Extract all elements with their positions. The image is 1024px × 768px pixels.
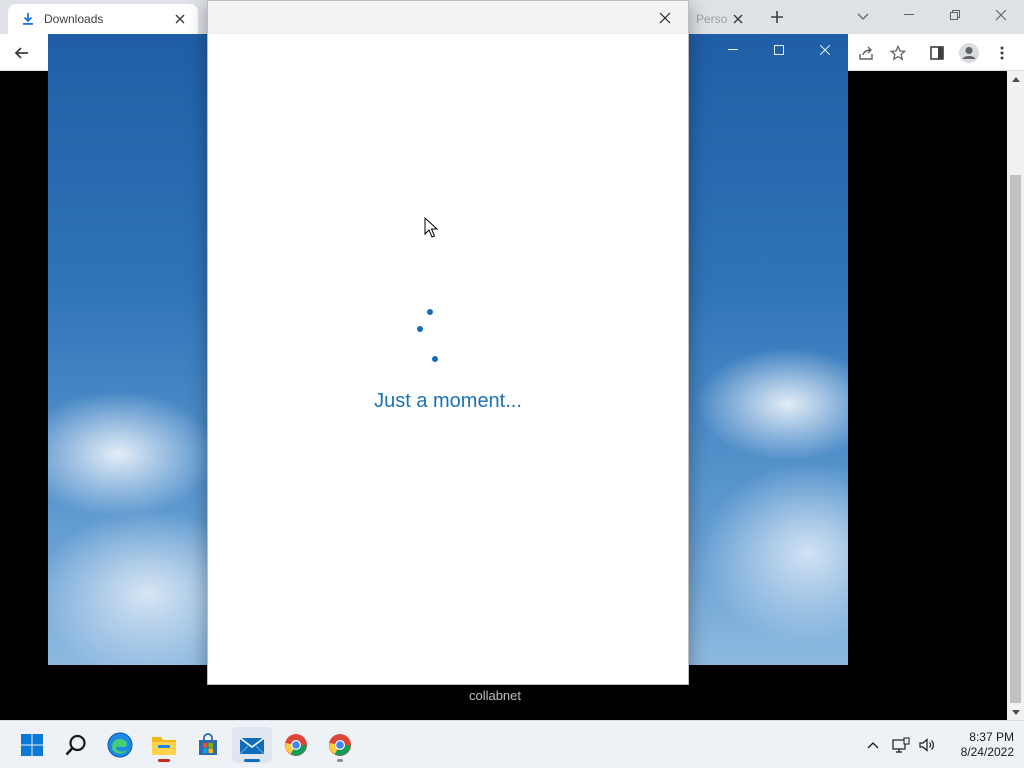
start-button[interactable] [12,727,52,763]
menu-button[interactable] [988,39,1016,67]
tab-search-button[interactable] [852,6,874,28]
spinner-dot [427,309,433,315]
network-icon [892,737,910,753]
taskbar-mail[interactable] [232,727,272,763]
side-panel-icon [930,46,944,60]
mail-icon [239,737,265,755]
taskbar-file-explorer[interactable] [144,727,184,763]
close-tab-icon[interactable] [730,11,746,27]
minimize-button[interactable] [886,0,932,30]
share-icon [859,46,873,60]
close-window-button[interactable] [978,0,1024,30]
folder-icon [152,737,176,755]
clock-date: 8/24/2022 [960,745,1014,759]
page-caption: collabnet [468,688,522,703]
scroll-thumb[interactable] [1010,175,1021,703]
windows-taskbar: 8:37 PM 8/24/2022 [0,720,1024,768]
tab-title-partial: Perso [696,12,728,26]
dialog-titlebar [208,1,688,34]
store-icon [199,733,217,755]
plus-icon [771,11,783,23]
mouse-cursor-icon [424,217,438,238]
taskbar-chrome[interactable] [276,727,316,763]
app-indicator [244,759,260,762]
spinner-dot [432,356,438,362]
show-hidden-icons-button[interactable] [861,733,885,757]
app-indicator [337,759,343,762]
share-button[interactable] [852,39,880,67]
scroll-up-icon[interactable] [1007,71,1024,87]
windows-logo-icon [21,734,43,756]
chrome-icon [329,734,351,756]
profile-icon [959,43,979,63]
speaker-icon [919,738,934,752]
taskbar-chrome-2[interactable] [320,727,360,763]
back-button[interactable] [8,39,36,67]
taskbar-clock[interactable]: 8:37 PM 8/24/2022 [940,730,1014,760]
taskbar-store[interactable] [188,727,228,763]
chevron-down-icon [857,13,869,20]
download-icon [20,11,36,27]
volume-button[interactable] [915,733,939,757]
bg-close-icon[interactable] [810,39,840,61]
dialog-close-button[interactable] [652,7,678,29]
restore-button[interactable] [932,0,978,30]
chevron-up-icon [867,742,879,749]
network-button[interactable] [889,733,913,757]
side-panel-button[interactable] [923,39,951,67]
scroll-down-icon[interactable] [1007,704,1024,720]
loading-message: Just a moment... [374,390,522,412]
star-icon [890,45,906,61]
bg-minimize-icon[interactable] [718,39,748,61]
taskbar-edge[interactable] [100,727,140,763]
sign-in-dialog: Just a moment... [207,0,689,685]
kebab-menu-icon [1000,46,1004,60]
arrow-left-icon [14,47,28,59]
chrome-icon [285,734,307,756]
close-icon [995,9,1007,21]
close-tab-icon[interactable] [172,11,188,27]
vertical-scrollbar[interactable] [1007,71,1024,720]
bg-maximize-icon[interactable] [764,39,794,61]
close-icon [659,12,671,24]
minimize-icon [904,14,914,15]
search-button[interactable] [56,727,96,763]
restore-icon [950,10,960,20]
profile-button[interactable] [955,39,983,67]
app-indicator [158,759,170,762]
spinner-dot [417,326,423,332]
clock-time: 8:37 PM [969,730,1014,744]
loading-spinner [208,1,690,686]
edge-icon [107,732,133,758]
tab-downloads[interactable]: Downloads [8,4,198,34]
search-icon [65,734,86,756]
tab-title: Downloads [44,12,104,26]
tab-partial[interactable]: Perso [690,4,750,34]
new-tab-button[interactable] [766,6,788,28]
bookmark-button[interactable] [884,39,912,67]
